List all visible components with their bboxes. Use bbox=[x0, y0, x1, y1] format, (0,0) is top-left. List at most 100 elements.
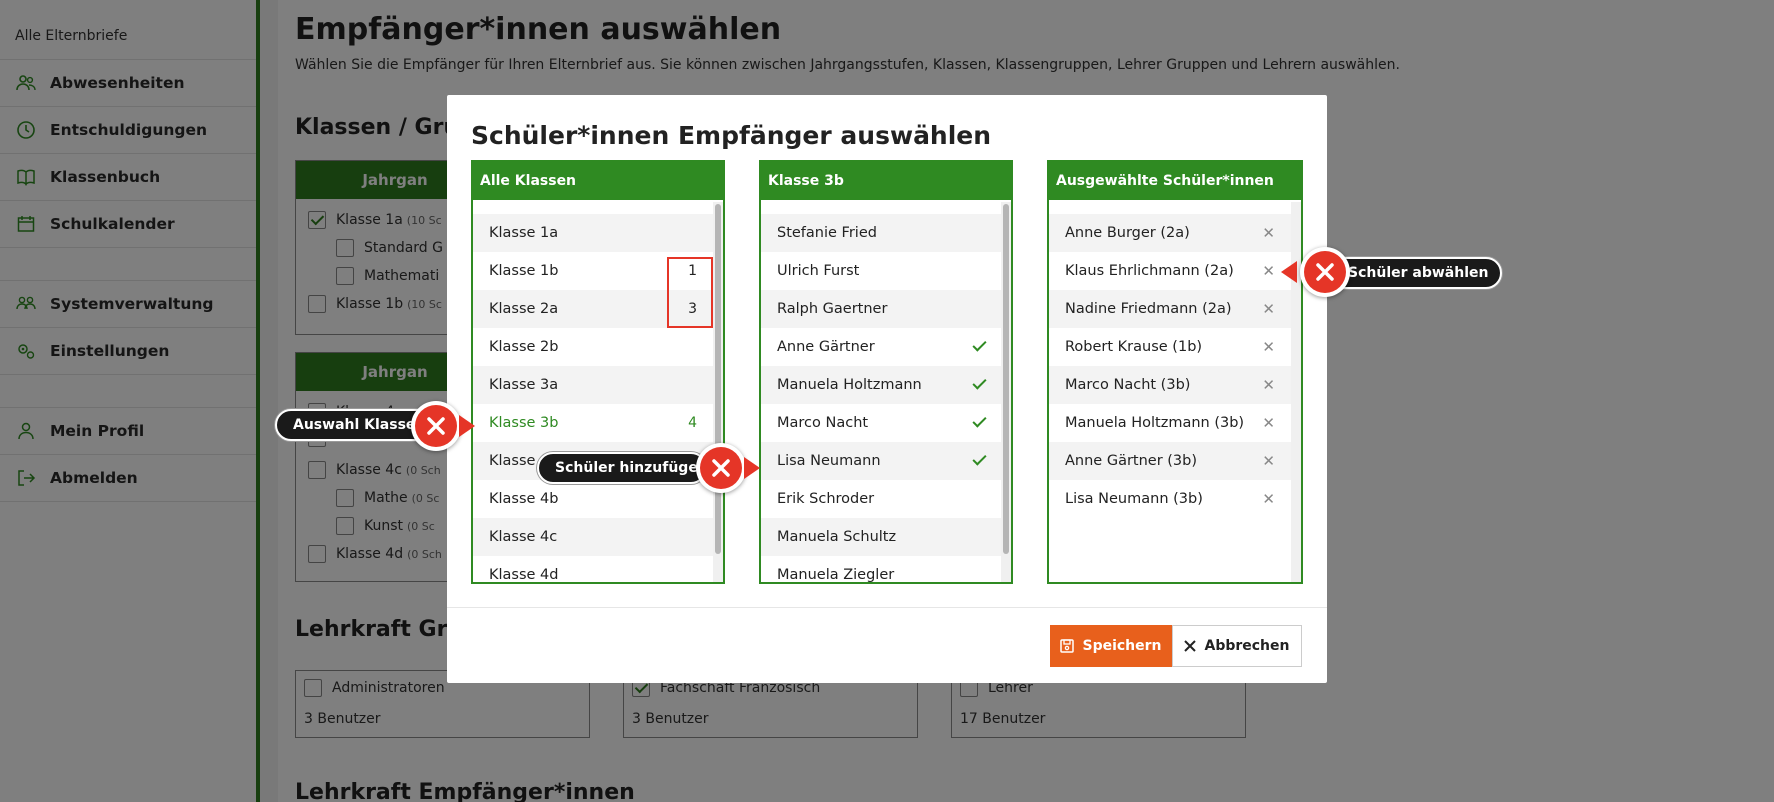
student-list-item[interactable]: Ralph Gaertner bbox=[761, 290, 1011, 328]
close-icon bbox=[1184, 640, 1197, 652]
selected-student-item: Manuela Holtzmann (3b) ✕ bbox=[1049, 404, 1301, 442]
modal-title: Schüler*innen Empfänger auswählen bbox=[471, 121, 992, 150]
student-label: Manuela Ziegler bbox=[777, 567, 895, 582]
selected-student-label: Manuela Holtzmann (3b) bbox=[1065, 415, 1245, 431]
panel-header: Ausgewählte Schüler*innen bbox=[1049, 162, 1301, 200]
class-list-item[interactable]: Klasse 4b bbox=[473, 480, 723, 518]
student-label: Lisa Neumann bbox=[777, 453, 881, 469]
selected-student-label: Anne Burger (2a) bbox=[1065, 225, 1190, 241]
annotation-marker-select-class bbox=[411, 401, 461, 451]
checkmark-icon bbox=[972, 413, 987, 428]
remove-icon[interactable]: ✕ bbox=[1262, 452, 1275, 470]
class-label: Klasse 3b bbox=[489, 415, 559, 431]
student-label: Stefanie Fried bbox=[777, 225, 877, 241]
annotation-pointer bbox=[1281, 261, 1297, 283]
save-button-label: Speichern bbox=[1082, 638, 1162, 654]
remove-icon[interactable]: ✕ bbox=[1262, 490, 1275, 508]
checkmark-icon bbox=[972, 337, 987, 352]
student-list-scrollbar[interactable] bbox=[1001, 202, 1011, 582]
student-label: Anne Gärtner bbox=[777, 339, 875, 355]
student-list-item[interactable]: Erik Schroder bbox=[761, 480, 1011, 518]
student-list-item[interactable]: Manuela Holtzmann bbox=[761, 366, 1011, 404]
panel-header: Alle Klassen bbox=[473, 162, 723, 200]
student-label: Manuela Schultz bbox=[777, 529, 897, 545]
student-list: Stefanie Fried Ulrich Furst Ralph Gaertn… bbox=[761, 214, 1011, 582]
annotation-label: Schüler abwählen bbox=[1348, 265, 1489, 281]
student-list-item[interactable]: Manuela Ziegler bbox=[761, 556, 1011, 582]
annotation-label: Schüler hinzufügen bbox=[555, 460, 708, 476]
remove-icon[interactable]: ✕ bbox=[1262, 224, 1275, 242]
student-list-item[interactable]: Manuela Schultz bbox=[761, 518, 1011, 556]
close-icon bbox=[712, 459, 730, 477]
panel-header: Klasse 3b bbox=[761, 162, 1011, 200]
selected-student-list: Anne Burger (2a) ✕ Klaus Ehrlichmann (2a)… bbox=[1049, 214, 1301, 582]
class-label: Klasse 1b bbox=[489, 263, 559, 279]
class-label: Klasse 1a bbox=[489, 225, 559, 241]
class-list-scrollbar[interactable] bbox=[713, 202, 723, 582]
student-label: Ulrich Furst bbox=[777, 263, 860, 279]
selected-student-label: Nadine Friedmann (2a) bbox=[1065, 301, 1232, 317]
annotation-label: Auswahl Klasse bbox=[293, 417, 416, 433]
remove-icon[interactable]: ✕ bbox=[1262, 414, 1275, 432]
selected-student-item: Klaus Ehrlichmann (2a) ✕ bbox=[1049, 252, 1301, 290]
cancel-button[interactable]: Abbrechen bbox=[1172, 625, 1302, 667]
remove-icon[interactable]: ✕ bbox=[1262, 338, 1275, 356]
close-icon bbox=[427, 417, 445, 435]
checkmark-icon bbox=[972, 375, 987, 390]
selected-list-scrollbar[interactable] bbox=[1291, 202, 1301, 582]
annotation-pointer bbox=[744, 457, 760, 479]
selected-student-item: Nadine Friedmann (2a) ✕ bbox=[1049, 290, 1301, 328]
class-label: Klasse 3a bbox=[489, 377, 559, 393]
annotation-pointer bbox=[459, 415, 475, 437]
annotation-marker-remove-student bbox=[1300, 247, 1350, 297]
student-list-item[interactable]: Anne Gärtner bbox=[761, 328, 1011, 366]
save-icon bbox=[1060, 639, 1075, 653]
student-list-item[interactable]: Stefanie Fried bbox=[761, 214, 1011, 252]
class-list-item-active[interactable]: Klasse 3b 4 bbox=[473, 404, 723, 442]
annotation-marker-add-student bbox=[696, 443, 746, 493]
selected-student-item: Marco Nacht (3b) ✕ bbox=[1049, 366, 1301, 404]
selected-student-item: Anne Burger (2a) ✕ bbox=[1049, 214, 1301, 252]
save-button[interactable]: Speichern bbox=[1050, 625, 1172, 667]
student-label: Ralph Gaertner bbox=[777, 301, 888, 317]
class-label: Klasse 4d bbox=[489, 567, 559, 582]
selected-student-item: Robert Krause (1b) ✕ bbox=[1049, 328, 1301, 366]
scroll-thumb[interactable] bbox=[1003, 204, 1009, 554]
remove-icon[interactable]: ✕ bbox=[1262, 262, 1275, 280]
scroll-thumb[interactable] bbox=[715, 204, 721, 554]
selected-student-label: Klaus Ehrlichmann (2a) bbox=[1065, 263, 1234, 279]
remove-icon[interactable]: ✕ bbox=[1262, 300, 1275, 318]
remove-icon[interactable]: ✕ bbox=[1262, 376, 1275, 394]
class-selected-count: 4 bbox=[688, 415, 697, 431]
close-icon bbox=[1316, 263, 1334, 281]
class-label: Klasse 4c bbox=[489, 529, 558, 545]
student-list-item[interactable]: Lisa Neumann bbox=[761, 442, 1011, 480]
student-list-item[interactable]: Marco Nacht bbox=[761, 404, 1011, 442]
selected-student-label: Anne Gärtner (3b) bbox=[1065, 453, 1198, 469]
annotation-add-student: Schüler hinzufügen bbox=[537, 452, 708, 484]
student-list-panel: Klasse 3b Stefanie Fried Ulrich Furst Ra… bbox=[759, 160, 1013, 584]
student-label: Manuela Holtzmann bbox=[777, 377, 922, 393]
selected-student-item: Anne Gärtner (3b) ✕ bbox=[1049, 442, 1301, 480]
class-list-item[interactable]: Klasse 3a bbox=[473, 366, 723, 404]
class-list-panel: Alle Klassen Klasse 1a Klasse 1b 1 Klasse… bbox=[471, 160, 725, 584]
class-list-item[interactable]: Klasse 1a bbox=[473, 214, 723, 252]
class-label: Klasse 2b bbox=[489, 339, 559, 355]
selected-student-panel: Ausgewählte Schüler*innen Anne Burger (2… bbox=[1047, 160, 1303, 584]
student-recipient-modal: Schüler*innen Empfänger auswählen Alle K… bbox=[447, 95, 1327, 683]
count-highlight-box bbox=[667, 257, 713, 328]
cancel-button-label: Abbrechen bbox=[1204, 638, 1290, 654]
class-list-item[interactable]: Klasse 2b bbox=[473, 328, 723, 366]
selected-student-label: Lisa Neumann (3b) bbox=[1065, 491, 1203, 507]
class-list-item[interactable]: Klasse 4d bbox=[473, 556, 723, 582]
class-label: Klasse 4b bbox=[489, 491, 559, 507]
student-label: Erik Schroder bbox=[777, 491, 875, 507]
class-list-item[interactable]: Klasse 4c bbox=[473, 518, 723, 556]
class-label: Klasse 2a bbox=[489, 301, 559, 317]
selected-student-label: Marco Nacht (3b) bbox=[1065, 377, 1191, 393]
student-label: Marco Nacht bbox=[777, 415, 869, 431]
annotation-remove-student: Schüler abwählen bbox=[1330, 257, 1502, 289]
selected-student-item: Lisa Neumann (3b) ✕ bbox=[1049, 480, 1301, 518]
student-list-item[interactable]: Ulrich Furst bbox=[761, 252, 1011, 290]
selected-student-label: Robert Krause (1b) bbox=[1065, 339, 1203, 355]
